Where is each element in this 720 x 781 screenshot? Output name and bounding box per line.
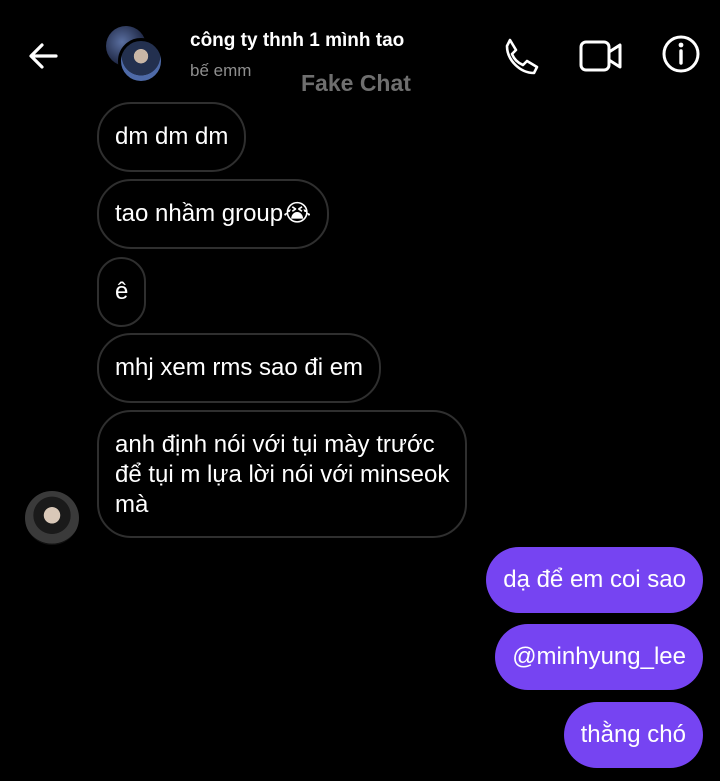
chat-header: công ty thnh 1 mình tao bế emm Fake Chat xyxy=(0,0,720,100)
video-camera-icon xyxy=(579,40,622,72)
back-button[interactable] xyxy=(22,34,66,78)
info-button[interactable] xyxy=(657,32,705,80)
outgoing-message[interactable]: @minhyung_lee xyxy=(495,624,703,690)
message-text-line: mà xyxy=(115,491,149,518)
video-call-button[interactable] xyxy=(576,32,624,80)
info-icon xyxy=(662,35,700,73)
incoming-message[interactable]: anh định nói với tụi mày trước để tụi m … xyxy=(97,410,468,538)
message-text: tao nhầm group😭 xyxy=(115,200,312,227)
sender-avatar[interactable] xyxy=(25,491,79,545)
outgoing-message[interactable]: dạ để em coi sao xyxy=(486,547,703,613)
message-text-line: để tụi m lựa lời nói với minseok xyxy=(115,461,450,488)
phone-icon xyxy=(505,38,539,75)
message-text: mhj xem rms sao đi em xyxy=(115,354,364,381)
arrow-left-icon xyxy=(29,43,58,69)
outgoing-message[interactable]: thằng chó xyxy=(563,702,703,768)
message-text: @minhyung_lee xyxy=(512,643,686,670)
chat-title[interactable]: công ty thnh 1 mình tao xyxy=(190,30,404,52)
incoming-message[interactable]: mhj xem rms sao đi em xyxy=(97,333,382,403)
group-avatar-front xyxy=(118,38,164,84)
incoming-message[interactable]: dm dm dm xyxy=(97,102,247,172)
audio-call-button[interactable] xyxy=(495,32,543,80)
group-avatar[interactable] xyxy=(106,26,166,86)
watermark: Fake Chat xyxy=(301,70,411,96)
message-text: ê xyxy=(115,278,129,305)
message-text: dạ để em coi sao xyxy=(503,566,686,593)
chat-subtitle: bế emm xyxy=(190,61,252,80)
incoming-message[interactable]: ê xyxy=(97,257,147,327)
message-text: thằng chó xyxy=(580,721,686,748)
message-text: dm dm dm xyxy=(115,123,229,150)
message-text-line: anh định nói với tụi mày trước xyxy=(115,431,435,458)
incoming-message[interactable]: tao nhầm group😭 xyxy=(97,179,330,249)
